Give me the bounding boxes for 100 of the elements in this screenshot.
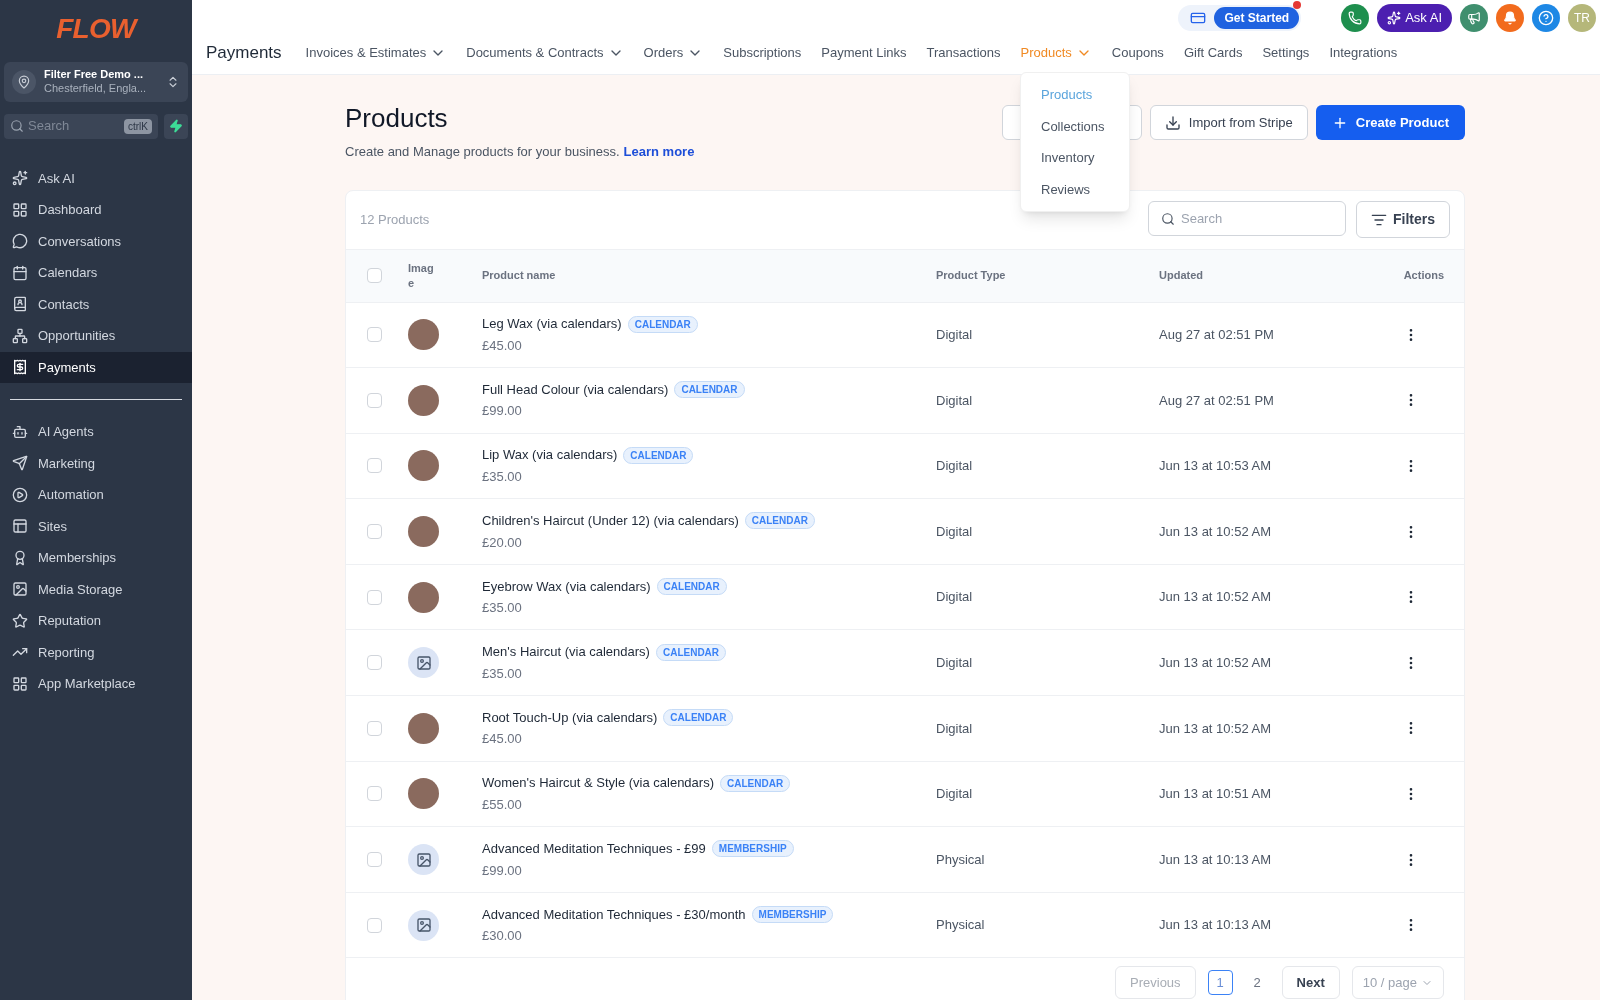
product-tag: CALENDAR [744, 512, 815, 530]
grid-icon [12, 201, 28, 218]
sidebar-item[interactable]: Contacts [0, 288, 192, 320]
product-name[interactable]: Children's Haircut (Under 12) (via calendars) [482, 511, 739, 531]
image-placeholder-icon [408, 909, 439, 941]
column-header: Actions [1402, 268, 1445, 284]
sidebar-item[interactable]: App Marketplace [0, 668, 192, 700]
product-name[interactable]: Advanced Meditation Techniques - £30/month [482, 904, 746, 925]
search-input[interactable]: Search [1181, 208, 1333, 229]
dropdown-item[interactable]: Reviews [1021, 173, 1129, 205]
star-icon [12, 612, 28, 629]
import-button[interactable]: Import from Stripe [1149, 105, 1308, 140]
product-tag: CALENDAR [720, 774, 791, 792]
layout-icon [12, 518, 28, 535]
nav-tab[interactable]: Subscriptions [723, 43, 802, 63]
account-location: Chesterfield, Engla... [44, 81, 148, 96]
image-placeholder-icon [408, 647, 439, 679]
sidebar-item[interactable]: Calendars [0, 257, 192, 289]
row-checkbox[interactable] [367, 917, 382, 933]
updated-date: Jun 13 at 10:52 AM [1159, 719, 1273, 738]
ask-ai-button[interactable]: Ask AI [1377, 4, 1452, 32]
download-icon [1164, 114, 1181, 131]
product-price: £20.00 [482, 533, 523, 552]
account-switcher[interactable]: Filter Free Demo ... Chesterfield, Engla... [4, 62, 188, 102]
sidebar-item[interactable]: AI Agents [0, 416, 192, 448]
row-checkbox[interactable] [367, 589, 382, 605]
megaphone-button[interactable] [1460, 4, 1488, 32]
product-tag: CALENDAR [663, 709, 734, 727]
updated-date: Jun 13 at 10:53 AM [1159, 457, 1273, 476]
phone-icon [1348, 11, 1363, 25]
sidebar-item[interactable]: Conversations [0, 225, 192, 257]
sidebar-item[interactable]: Reporting [0, 636, 192, 668]
nav-tab[interactable]: Integrations [1329, 43, 1398, 63]
sidebar-item[interactable]: Sites [0, 510, 192, 542]
product-tag: CALENDAR [627, 315, 698, 333]
nav-tab[interactable]: Invoices & Estimates [305, 43, 447, 63]
product-type: Physical [936, 850, 986, 869]
row-checkbox[interactable] [367, 720, 382, 736]
product-name[interactable]: Leg Wax (via calendars) [482, 314, 622, 334]
product-price: £99.00 [482, 861, 523, 880]
sidebar-item[interactable]: Reputation [0, 605, 192, 637]
robot-icon [12, 423, 28, 440]
help-icon [1538, 10, 1554, 26]
nav-tab[interactable]: Documents & Contracts [466, 43, 624, 63]
row-checkbox[interactable] [367, 786, 382, 802]
table-search-field[interactable]: Search [1148, 201, 1346, 236]
phone-button[interactable] [1341, 4, 1370, 32]
product-name[interactable]: Lip Wax (via calendars) [482, 445, 618, 465]
nav-tab[interactable]: Payment Links [821, 43, 907, 63]
product-tag: CALENDAR [655, 643, 727, 661]
dropdown-item[interactable]: Inventory [1021, 142, 1129, 174]
megaphone-icon [1467, 11, 1481, 25]
nav-tab[interactable]: Orders [643, 43, 704, 63]
notifications-button[interactable] [1496, 4, 1524, 32]
product-name[interactable]: Eyebrow Wax (via calendars) [482, 576, 651, 597]
product-name[interactable]: Men's Haircut (via calendars) [482, 642, 650, 662]
sidebar-item[interactable]: Dashboard [0, 194, 192, 226]
product-name[interactable]: Women's Haircut & Style (via calendars) [482, 773, 714, 793]
next-button[interactable]: Next [1281, 966, 1340, 1000]
sidebar-item[interactable]: Ask AI [0, 162, 192, 194]
sidebar-item[interactable]: Memberships [0, 542, 192, 574]
page-section-title: Payments [206, 42, 282, 65]
product-name[interactable]: Full Head Colour (via calendars) [482, 379, 669, 400]
sidebar-item[interactable]: Opportunities [0, 320, 192, 352]
select-all-checkbox[interactable] [367, 268, 382, 283]
updated-date: Jun 13 at 10:52 AM [1159, 588, 1273, 607]
sidebar-item[interactable]: Media Storage [0, 573, 192, 605]
page-button[interactable]: 2 [1244, 970, 1270, 996]
help-button[interactable] [1532, 4, 1560, 32]
filters-button[interactable]: Filters [1356, 201, 1450, 238]
nav-tab[interactable]: Transactions [926, 43, 1001, 63]
photo-placeholder [408, 319, 439, 351]
sidebar-item[interactable]: Payments [0, 351, 192, 383]
product-price: £30.00 [482, 927, 523, 946]
row-checkbox[interactable] [367, 327, 382, 343]
dropdown-item[interactable]: Collections [1021, 110, 1129, 142]
product-name[interactable]: Advanced Meditation Techniques - £99 [482, 839, 706, 859]
sidebar-item[interactable]: Automation [0, 479, 192, 511]
grid-icon [12, 675, 28, 692]
sidebar-item[interactable]: Marketing [0, 447, 192, 479]
row-checkbox[interactable] [367, 655, 382, 671]
nav-tab[interactable]: Gift Cards [1183, 43, 1243, 63]
updated-date: Aug 27 at 02:51 PM [1159, 391, 1275, 410]
row-checkbox[interactable] [367, 458, 382, 474]
nav-tab[interactable]: Settings [1262, 43, 1310, 63]
search-field[interactable]: Search ctrlK [4, 113, 158, 139]
row-checkbox[interactable] [367, 524, 382, 540]
row-checkbox[interactable] [367, 852, 382, 868]
learn-more-link[interactable]: Learn more [623, 142, 695, 162]
product-price: £55.00 [482, 795, 523, 814]
search-input[interactable]: Search [28, 116, 120, 136]
quick-action-button[interactable] [164, 113, 188, 139]
create-product-button[interactable]: Create Product [1315, 105, 1465, 140]
product-name[interactable]: Root Touch-Up (via calendars) [482, 707, 658, 728]
nav-tab[interactable]: Coupons [1111, 43, 1164, 63]
product-type: Digital [936, 457, 974, 476]
row-checkbox[interactable] [367, 392, 382, 408]
shortcut-hint: ctrlK [124, 118, 152, 134]
product-price: £35.00 [482, 468, 523, 486]
sparkles-icon [12, 170, 28, 187]
